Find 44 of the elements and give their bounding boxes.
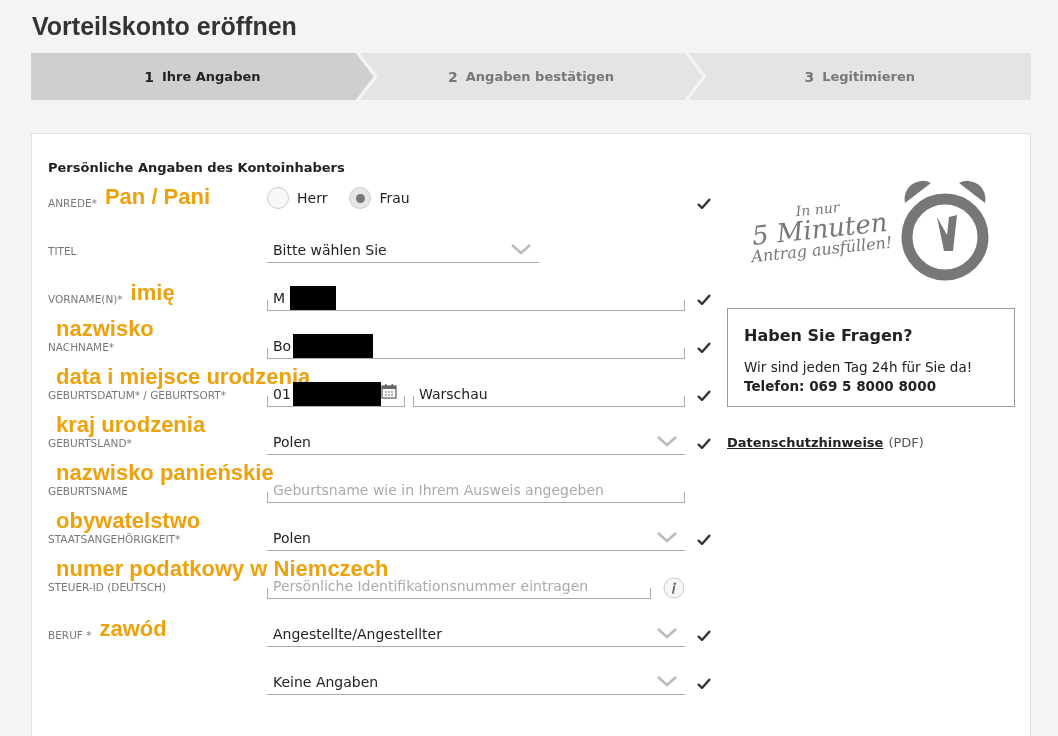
progress-step[interactable]: 1 Ihre Angaben bbox=[31, 53, 374, 100]
progress-step[interactable]: 2 Angaben bestätigen bbox=[359, 53, 703, 100]
select-field[interactable]: Polen bbox=[267, 429, 685, 455]
field-label: ANREDE* bbox=[48, 197, 97, 209]
field-label: BERUF * bbox=[48, 629, 92, 641]
chevron-down-icon bbox=[511, 244, 531, 255]
field-label: GEBURTSNAME bbox=[48, 485, 128, 497]
help-text: Wir sind jeden Tag 24h für Sie da! bbox=[744, 358, 974, 377]
input-field[interactable]: Bo bbox=[267, 333, 685, 359]
radio-option[interactable]: Herr bbox=[267, 187, 328, 209]
privacy-link[interactable]: Datenschutzhinweise bbox=[727, 435, 884, 450]
field-label: VORNAME(N)* bbox=[48, 293, 123, 305]
phone-number: Telefon: 069 5 8000 8000 bbox=[744, 378, 938, 394]
field-label: TITEL bbox=[48, 245, 77, 257]
select-field[interactable]: Bitte wählen Sie bbox=[267, 237, 539, 263]
chevron-down-icon bbox=[657, 436, 677, 447]
file-type-text: (PDF) bbox=[888, 435, 924, 450]
select-field[interactable]: Keine Angaben bbox=[267, 669, 685, 695]
select-field[interactable]: Polen bbox=[267, 525, 685, 551]
radio-option[interactable]: Frau bbox=[349, 187, 410, 209]
help-title: Haben Sie Fragen? bbox=[744, 326, 914, 345]
handwritten-annotation: zawód bbox=[99, 617, 167, 641]
chevron-down-icon bbox=[657, 532, 677, 543]
redaction-block bbox=[290, 286, 336, 310]
chevron-down-icon bbox=[657, 676, 677, 687]
select-field[interactable]: Angestellte/Angestellter bbox=[267, 621, 685, 647]
handwritten-annotation: obywatelstwo bbox=[56, 509, 201, 533]
field-label: GEBURTSLAND* bbox=[48, 437, 132, 449]
info-icon[interactable] bbox=[663, 577, 685, 599]
chevron-down-icon bbox=[657, 628, 677, 639]
field-label: GEBURTSDATUM* / GEBURTSORT* bbox=[48, 389, 226, 401]
field-label: STEUER-ID (DEUTSCH) bbox=[48, 581, 167, 593]
input-field[interactable]: M bbox=[267, 285, 685, 311]
progress-step[interactable]: 3 Legitimieren bbox=[688, 53, 1031, 100]
handwritten-annotation: nazwisko bbox=[56, 317, 154, 341]
handwritten-annotation: imię bbox=[130, 281, 175, 305]
handwritten-annotation: kraj urodzenia bbox=[56, 413, 206, 437]
page-title: Vorteilskonto eröffnen bbox=[32, 11, 298, 39]
calendar-icon[interactable] bbox=[381, 382, 397, 399]
field-label: STAATSANGEHÖRIGKEIT* bbox=[48, 533, 181, 545]
field-label: NACHNAME* bbox=[48, 341, 115, 353]
section-title: Persönliche Angaben des Kontoinhabers bbox=[48, 160, 346, 175]
promo-text: In nur 5 Minuten Antrag ausfüllen! bbox=[749, 197, 894, 266]
handwritten-annotation: Pan / Pani bbox=[104, 185, 211, 209]
